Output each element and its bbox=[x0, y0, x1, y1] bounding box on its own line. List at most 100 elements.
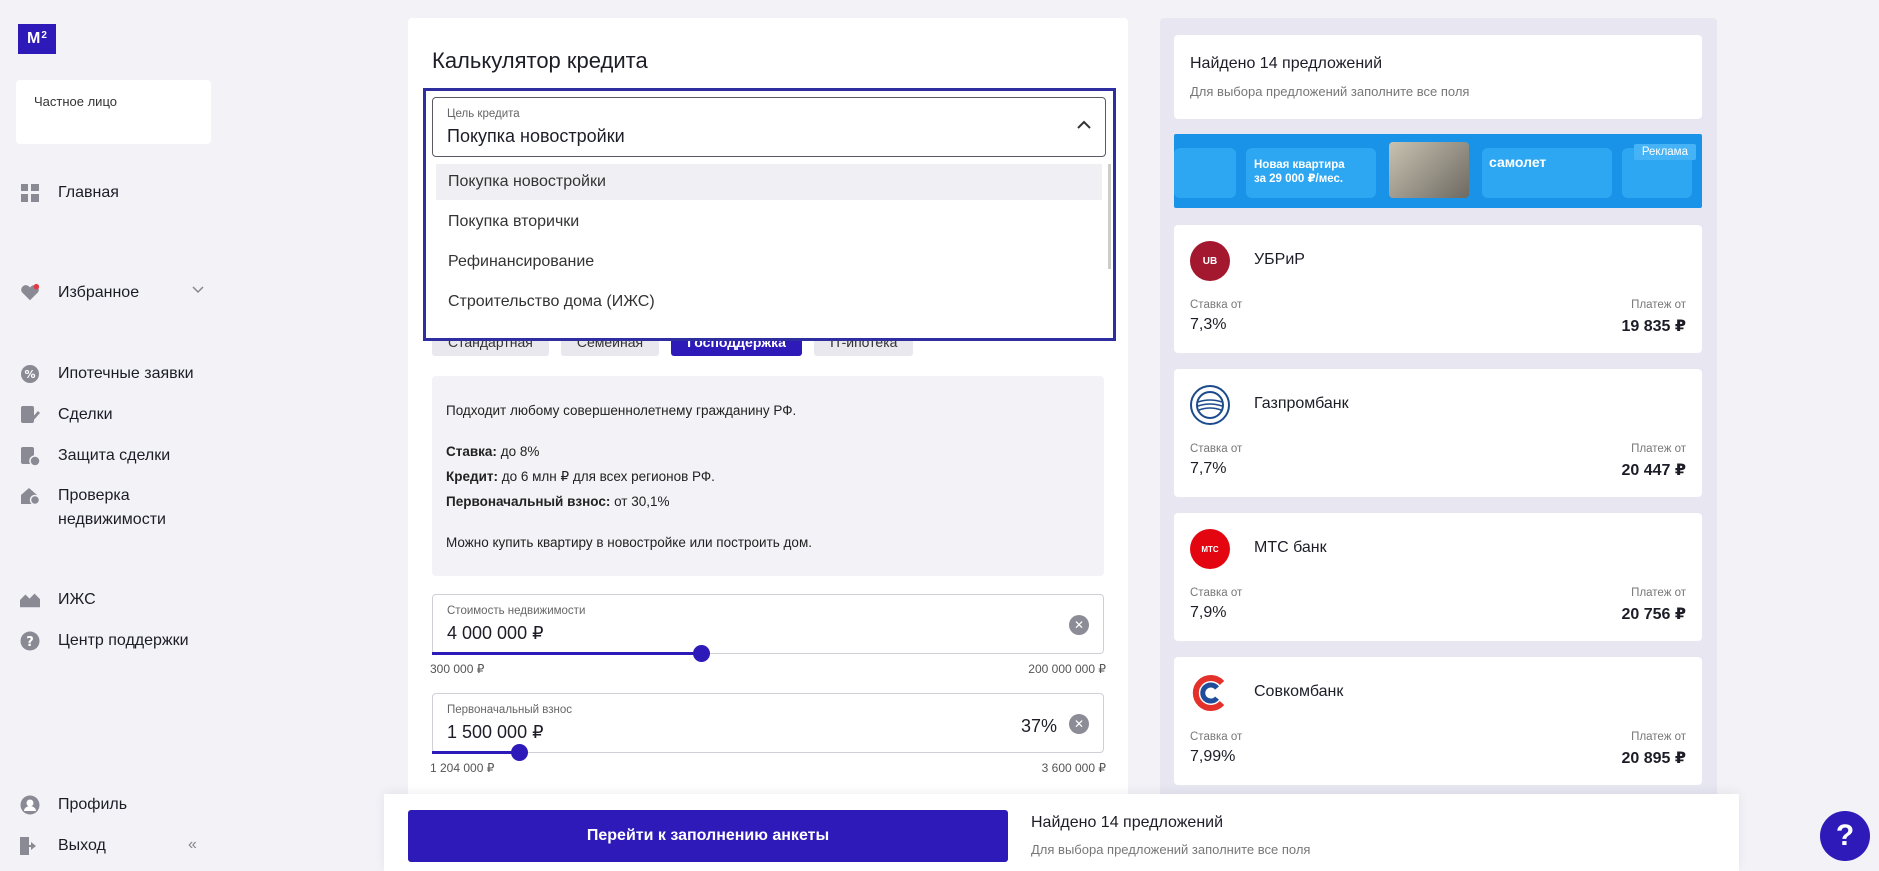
bank-name: УБРиР bbox=[1254, 251, 1305, 268]
ad-banner[interactable]: Новая квартира за 29 000 ₽/мес. самолет Р… bbox=[1174, 134, 1702, 208]
nav-deal-protection-label: Защита сделки bbox=[58, 447, 171, 464]
nav-deals-label: Сделки bbox=[58, 406, 113, 423]
down-payment-slider[interactable] bbox=[432, 744, 1104, 761]
payment-value: 20 447 ₽ bbox=[1621, 462, 1686, 479]
offers-found-title: Найдено 14 предложений bbox=[1190, 55, 1383, 72]
nav-favorites[interactable]: Избранное bbox=[20, 283, 204, 305]
down-payment-value: 1 500 000 ₽ bbox=[447, 722, 544, 742]
heart-icon bbox=[20, 283, 40, 303]
clear-icon[interactable]: ✕ bbox=[1069, 714, 1089, 734]
property-price-slider[interactable] bbox=[432, 645, 1104, 662]
info-rate: Ставка: до 8% bbox=[446, 439, 1090, 464]
nav-izhs-label: ИЖС bbox=[58, 591, 96, 608]
property-price-value: 4 000 000 ₽ bbox=[447, 623, 544, 643]
payment-value: 20 895 ₽ bbox=[1621, 750, 1686, 767]
nav-support-label: Центр поддержки bbox=[58, 632, 189, 649]
bank-name: Совкомбанк bbox=[1254, 683, 1344, 700]
payment-label: Платеж от bbox=[1631, 299, 1686, 311]
account-type-label: Частное лицо bbox=[34, 94, 117, 109]
help-button[interactable]: ? bbox=[1820, 811, 1870, 861]
apartment-image bbox=[1389, 142, 1469, 198]
clear-icon[interactable]: ✕ bbox=[1069, 615, 1089, 635]
bank-name: Газпромбанк bbox=[1254, 395, 1349, 412]
info-credit-label: Кредит: bbox=[446, 469, 498, 484]
bottom-offers-title: Найдено 14 предложений bbox=[1031, 814, 1224, 831]
offers-panel: Найдено 14 предложений Для выбора предло… bbox=[1160, 18, 1717, 871]
mts-logo-text: МТС bbox=[1201, 544, 1219, 554]
nav-home-label: Главная bbox=[58, 184, 119, 201]
bank-name: МТС банк bbox=[1254, 539, 1327, 556]
down-payment-percent: 37% bbox=[1020, 716, 1057, 736]
bank-offer-card[interactable]: UB УБРиР Ставка от 7,3% Платеж от 19 835… bbox=[1174, 225, 1702, 353]
info-note: Можно купить квартиру в новостройке или … bbox=[446, 535, 812, 550]
bank-offer-card[interactable]: МТС МТС банк Ставка от 7,9% Платеж от 20… bbox=[1174, 513, 1702, 641]
offers-summary-card: Найдено 14 предложений Для выбора предло… bbox=[1174, 35, 1702, 119]
credit-purpose-value: Покупка новостройки bbox=[447, 126, 625, 146]
nav-property-check[interactable]: Проверка недвижимости bbox=[20, 486, 166, 532]
ubrir-logo-icon: UB bbox=[1190, 241, 1230, 281]
credit-purpose-select[interactable]: Цель кредита Покупка новостройки bbox=[432, 97, 1106, 157]
nav-deal-protection[interactable]: Защита сделки bbox=[20, 446, 170, 468]
nav-profile[interactable]: Профиль bbox=[20, 795, 127, 817]
bank-offer-card[interactable]: Газпромбанк Ставка от 7,7% Платеж от 20 … bbox=[1174, 369, 1702, 497]
info-credit: Кредит: до 6 млн ₽ для всех регионов РФ. bbox=[446, 464, 1090, 489]
property-price-slider-fill bbox=[432, 652, 701, 655]
nav-mortgage-requests[interactable]: % Ипотечные заявки bbox=[20, 364, 194, 386]
rate-value: 7,7% bbox=[1190, 460, 1227, 477]
nav-support[interactable]: ? Центр поддержки bbox=[20, 631, 189, 653]
down-payment-max: 3 600 000 ₽ bbox=[1041, 761, 1106, 775]
info-intro: Подходит любому совершеннолетнему гражда… bbox=[446, 403, 797, 418]
user-icon bbox=[20, 795, 40, 815]
fill-application-button[interactable]: Перейти к заполнению анкеты bbox=[408, 810, 1008, 862]
payment-label: Платеж от bbox=[1631, 731, 1686, 743]
credit-purpose-dropdown: Цель кредита Покупка новостройки Покупка… bbox=[423, 88, 1116, 341]
help-question-icon: ? bbox=[1835, 819, 1855, 852]
info-credit-value: до 6 млн ₽ для всех регионов РФ. bbox=[497, 469, 715, 484]
property-price-label: Стоимость недвижимости bbox=[447, 605, 586, 617]
nav-property-check-line2: недвижимости bbox=[58, 511, 166, 528]
option-refinancing[interactable]: Рефинансирование bbox=[436, 244, 1102, 280]
grid-icon bbox=[20, 183, 40, 203]
offers-found-subtitle: Для выбора предложений заполните все пол… bbox=[1190, 84, 1470, 99]
banner-brand: самолет bbox=[1489, 154, 1547, 170]
nav-logout[interactable]: Выход bbox=[20, 836, 106, 858]
nav-izhs[interactable]: ИЖС bbox=[20, 590, 96, 612]
dropdown-scrollbar[interactable] bbox=[1108, 164, 1111, 269]
logo-superscript: 2 bbox=[41, 29, 47, 41]
payment-label: Платеж от bbox=[1631, 587, 1686, 599]
question-circle-icon: ? bbox=[20, 631, 40, 651]
nav-deals[interactable]: Сделки bbox=[20, 405, 113, 427]
payment-value: 20 756 ₽ bbox=[1621, 606, 1686, 623]
calculator-title: Калькулятор кредита bbox=[432, 48, 648, 73]
info-down-label: Первоначальный взнос: bbox=[446, 494, 611, 509]
down-payment-field[interactable]: Первоначальный взнос 1 500 000 ₽ 37% ✕ bbox=[432, 693, 1104, 753]
rate-label: Ставка от bbox=[1190, 443, 1243, 455]
bank-offer-card[interactable]: Совкомбанк Ставка от 7,99% Платеж от 20 … bbox=[1174, 657, 1702, 785]
ubrir-logo-text: UB bbox=[1202, 255, 1218, 267]
nav-property-check-label: Проверка недвижимости bbox=[58, 484, 166, 532]
chevron-down-icon[interactable] bbox=[192, 283, 204, 297]
logo-m2[interactable]: M2 bbox=[18, 24, 56, 54]
banner-promo-line2: за 29 000 ₽/мес. bbox=[1254, 173, 1344, 185]
bottom-offers-subtitle: Для выбора предложений заполните все пол… bbox=[1031, 842, 1311, 857]
document-pen-icon bbox=[20, 405, 40, 425]
option-house-construction[interactable]: Строительство дома (ИЖС) bbox=[436, 284, 1102, 320]
account-switcher[interactable]: Частное лицо bbox=[16, 80, 211, 144]
logo-letter: M bbox=[27, 30, 41, 47]
option-new-building[interactable]: Покупка новостройки bbox=[436, 164, 1102, 200]
option-secondary[interactable]: Покупка вторички bbox=[436, 204, 1102, 240]
collapse-sidebar-icon[interactable]: « bbox=[188, 836, 197, 854]
property-price-slider-thumb[interactable] bbox=[692, 645, 710, 662]
document-check-icon bbox=[20, 446, 40, 466]
nav-favorites-label: Избранное bbox=[58, 284, 140, 301]
property-price-min: 300 000 ₽ bbox=[430, 662, 485, 676]
down-payment-slider-thumb[interactable] bbox=[511, 744, 529, 761]
payment-value: 19 835 ₽ bbox=[1621, 318, 1686, 335]
credit-calculator-card: Калькулятор кредита Стандартная Семейная… bbox=[408, 18, 1128, 871]
property-price-field[interactable]: Стоимость недвижимости 4 000 000 ₽ ✕ bbox=[432, 594, 1104, 654]
nav-profile-label: Профиль bbox=[58, 796, 128, 813]
house-check-icon bbox=[20, 486, 40, 506]
nav-home[interactable]: Главная bbox=[20, 183, 119, 205]
chevron-up-icon[interactable] bbox=[1077, 116, 1091, 134]
svg-text:?: ? bbox=[26, 635, 34, 650]
